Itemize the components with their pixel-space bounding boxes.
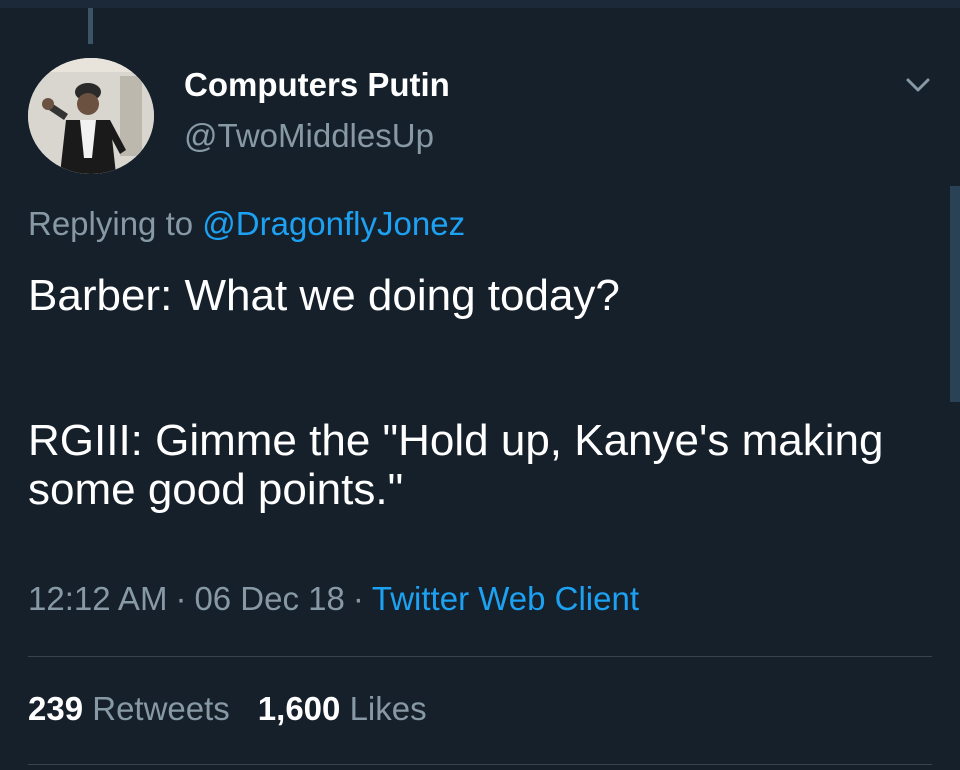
retweets-count: 239 (28, 690, 84, 727)
top-strip (0, 0, 960, 8)
replying-to: Replying to @DragonflyJonez (28, 205, 465, 243)
display-name[interactable]: Computers Putin (184, 66, 450, 104)
retweets-label: Retweets (92, 690, 230, 727)
thread-connector-line (88, 8, 93, 44)
divider (28, 656, 932, 657)
avatar-image (28, 58, 154, 174)
avatar[interactable] (28, 58, 154, 174)
tweet-stats: 239 Retweets 1,600 Likes (28, 690, 427, 728)
tweet-time[interactable]: 12:12 AM (28, 580, 167, 617)
tweet-text: Barber: What we doing today? RGIII: Gimm… (28, 271, 938, 514)
replying-to-mention-link[interactable]: @DragonflyJonez (202, 205, 465, 242)
divider (28, 764, 932, 765)
tweet-text-line-1: Barber: What we doing today? (28, 271, 620, 320)
replying-to-label: Replying to (28, 205, 194, 242)
likes-count: 1,600 (257, 690, 341, 727)
likes-label: Likes (349, 690, 427, 727)
tweet-source-link[interactable]: Twitter Web Client (372, 580, 639, 617)
scrollbar-thumb[interactable] (950, 186, 960, 402)
likes-stat[interactable]: 1,600 Likes (258, 690, 427, 727)
tweet-text-line-2: RGIII: Gimme the "Hold up, Kanye's makin… (28, 416, 884, 514)
meta-separator: · (175, 580, 187, 617)
tweet-text-spacer (28, 320, 938, 417)
user-handle[interactable]: @TwoMiddlesUp (184, 117, 434, 155)
chevron-down-icon[interactable] (898, 70, 938, 102)
tweet-meta: 12:12 AM · 06 Dec 18 · Twitter Web Client (28, 580, 639, 618)
retweets-stat[interactable]: 239 Retweets (28, 690, 230, 727)
meta-separator: · (352, 580, 364, 617)
tweet-date[interactable]: 06 Dec 18 (194, 580, 344, 617)
